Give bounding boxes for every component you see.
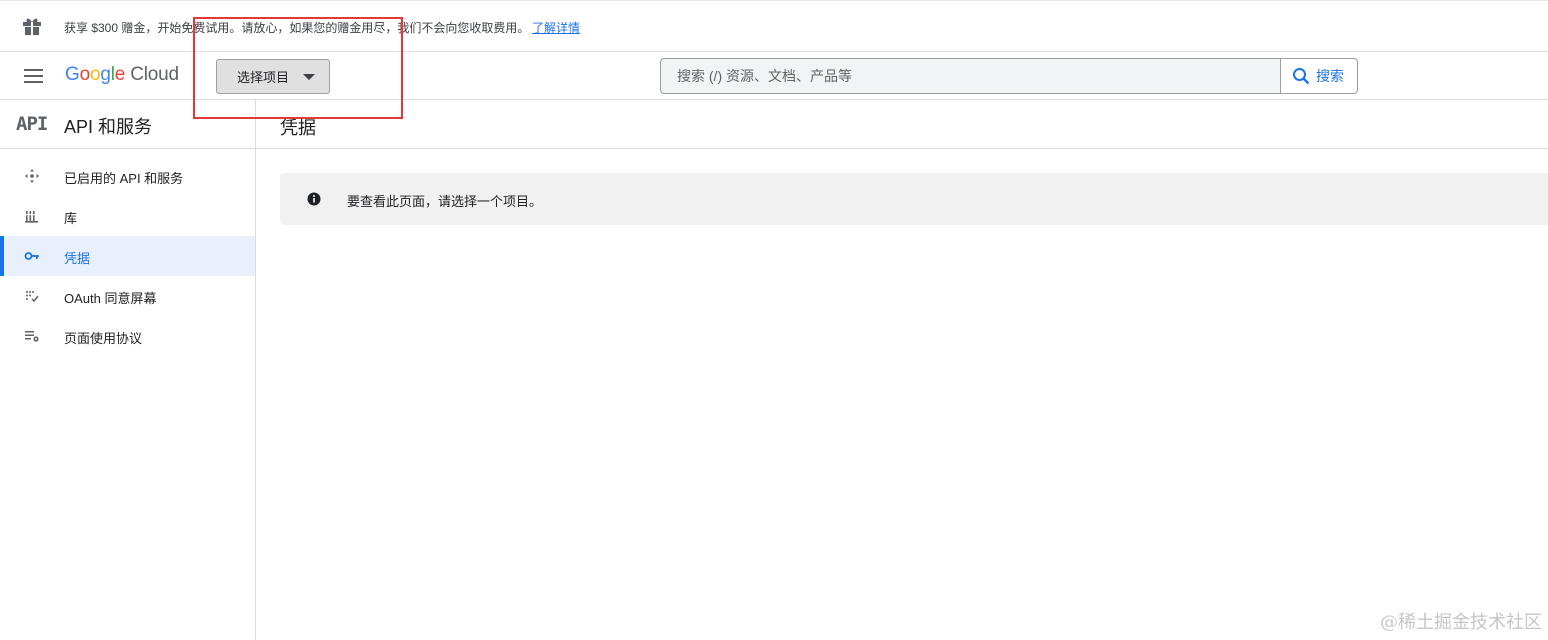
api-logo-icon: API xyxy=(16,113,48,135)
page-title: 凭据 xyxy=(280,118,316,138)
search-button-label: 搜索 xyxy=(1316,68,1344,84)
api-hub-icon xyxy=(25,169,39,183)
key-icon xyxy=(24,252,39,260)
learn-more-link[interactable]: 了解详情 xyxy=(532,19,580,36)
sidebar-item-oauth-consent[interactable]: OAuth 同意屏幕 xyxy=(0,276,255,316)
sidebar-item-enabled-apis[interactable]: 已启用的 API 和服务 xyxy=(0,156,255,196)
sidebar: API API 和服务 已启用的 API 和服务 库 凭据 OAuth 同意屏幕… xyxy=(0,100,256,640)
search-box xyxy=(660,58,1281,94)
sidebar-header: API API 和服务 xyxy=(0,100,255,149)
sidebar-item-label: 页面使用协议 xyxy=(64,331,143,346)
top-header: Google Cloud 选择项目 搜索 xyxy=(0,52,1548,100)
watermark: @稀土掘金技术社区 xyxy=(1380,612,1542,633)
select-project-button[interactable]: 选择项目 xyxy=(216,59,330,94)
sidebar-item-page-agreement[interactable]: 页面使用协议 xyxy=(0,316,255,356)
notice-message: 要查看此页面，请选择一个项目。 xyxy=(347,194,543,209)
page-settings-icon xyxy=(25,331,39,342)
select-project-label: 选择项目 xyxy=(237,70,290,85)
search-input[interactable] xyxy=(661,59,1281,93)
gift-icon xyxy=(23,18,41,35)
search-button[interactable]: 搜索 xyxy=(1280,58,1358,94)
sidebar-item-credentials[interactable]: 凭据 xyxy=(0,236,255,276)
menu-icon[interactable] xyxy=(18,64,50,88)
sidebar-item-label: 库 xyxy=(64,211,78,226)
sidebar-title: API 和服务 xyxy=(64,117,153,137)
info-icon xyxy=(307,192,321,206)
sidebar-item-library[interactable]: 库 xyxy=(0,196,255,236)
page-title-bar: 凭据 xyxy=(256,100,1548,149)
google-cloud-logo[interactable]: Google Cloud xyxy=(65,64,179,86)
library-icon xyxy=(25,211,38,223)
promo-banner: 获享 $300 赠金，开始免费试用。请放心，如果您的赠金用尽，我们不会向您收取费… xyxy=(0,0,1548,52)
sidebar-item-label: OAuth 同意屏幕 xyxy=(64,291,157,306)
search-icon xyxy=(1293,68,1310,85)
select-project-notice: 要查看此页面，请选择一个项目。 xyxy=(280,173,1548,225)
consent-screen-icon xyxy=(26,291,39,303)
sidebar-nav: 已启用的 API 和服务 库 凭据 OAuth 同意屏幕 页面使用协议 xyxy=(0,156,255,356)
logo-cloud-text: Cloud xyxy=(130,64,179,85)
sidebar-item-label: 凭据 xyxy=(64,251,91,266)
promo-text: 获享 $300 赠金，开始免费试用。请放心，如果您的赠金用尽，我们不会向您收取费… xyxy=(64,21,530,35)
caret-down-icon xyxy=(303,74,315,80)
sidebar-item-label: 已启用的 API 和服务 xyxy=(64,171,184,186)
